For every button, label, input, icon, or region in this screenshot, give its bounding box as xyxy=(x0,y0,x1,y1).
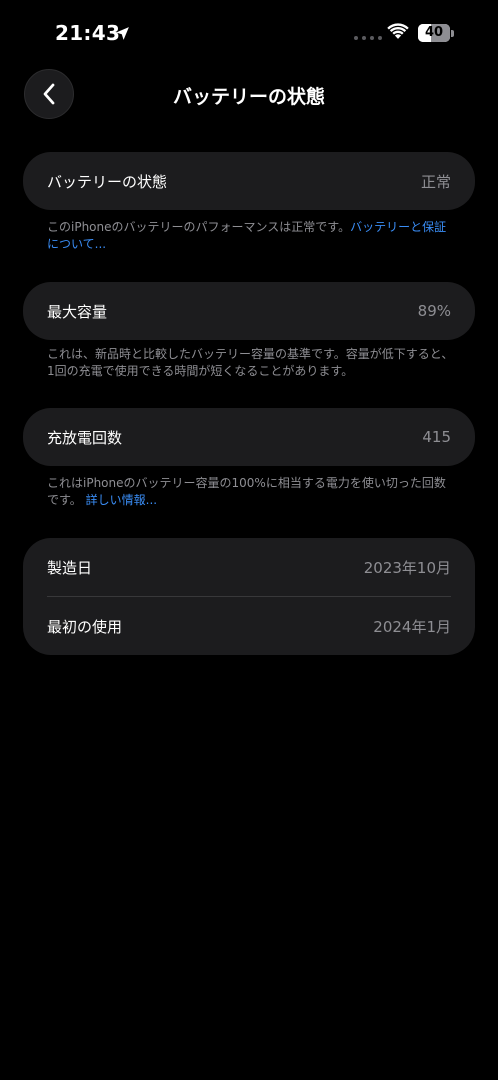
more-info-link[interactable]: 詳しい情報... xyxy=(86,493,157,507)
battery-state-note: このiPhoneのバッテリーのパフォーマンスは正常です。バッテリーと保証について… xyxy=(47,219,455,253)
status-bar: 21:43 40 xyxy=(0,0,498,66)
dates-card: 製造日 2023年10月 最初の使用 2024年1月 xyxy=(23,538,475,655)
manufacture-date-value: 2023年10月 xyxy=(363,558,451,577)
battery-icon: 40 xyxy=(418,24,450,42)
max-capacity-card: 最大容量 89% xyxy=(23,282,475,340)
manufacture-date-row: 製造日 2023年10月 xyxy=(23,538,475,596)
cycle-count-value: 415 xyxy=(422,428,451,446)
cycle-count-label: 充放電回数 xyxy=(47,428,123,447)
battery-cap xyxy=(451,30,454,37)
battery-state-card: バッテリーの状態 正常 xyxy=(23,152,475,210)
max-capacity-note: これは、新品時と比較したバッテリー容量の基準です。容量が低下すると、1回の充電で… xyxy=(47,347,454,378)
cycle-count-row: 充放電回数 415 xyxy=(23,408,475,466)
manufacture-date-label: 製造日 xyxy=(47,558,93,577)
battery-state-label: バッテリーの状態 xyxy=(47,172,168,191)
cycle-count-note: これはiPhoneのバッテリー容量の100%に相当する電力を使い切った回数です。… xyxy=(47,475,455,509)
battery-level: 40 xyxy=(424,25,444,40)
location-arrow-icon xyxy=(116,27,129,40)
status-time: 21:43 xyxy=(55,21,121,45)
battery-state-note-text: このiPhoneのバッテリーのパフォーマンスは正常です。 xyxy=(47,220,351,234)
max-capacity-label: 最大容量 xyxy=(47,302,108,321)
first-use-value: 2024年1月 xyxy=(373,617,451,636)
first-use-label: 最初の使用 xyxy=(47,617,123,636)
max-capacity-value: 89% xyxy=(417,302,451,320)
first-use-row: 最初の使用 2024年1月 xyxy=(23,597,475,655)
wifi-icon xyxy=(387,23,409,39)
battery-state-value: 正常 xyxy=(420,172,451,191)
cycle-count-card: 充放電回数 415 xyxy=(23,408,475,466)
page-title: バッテリーの状態 xyxy=(172,86,325,108)
cellular-signal-icon xyxy=(354,36,382,40)
battery-state-row: バッテリーの状態 正常 xyxy=(23,152,475,210)
max-capacity-row: 最大容量 89% xyxy=(23,282,475,340)
